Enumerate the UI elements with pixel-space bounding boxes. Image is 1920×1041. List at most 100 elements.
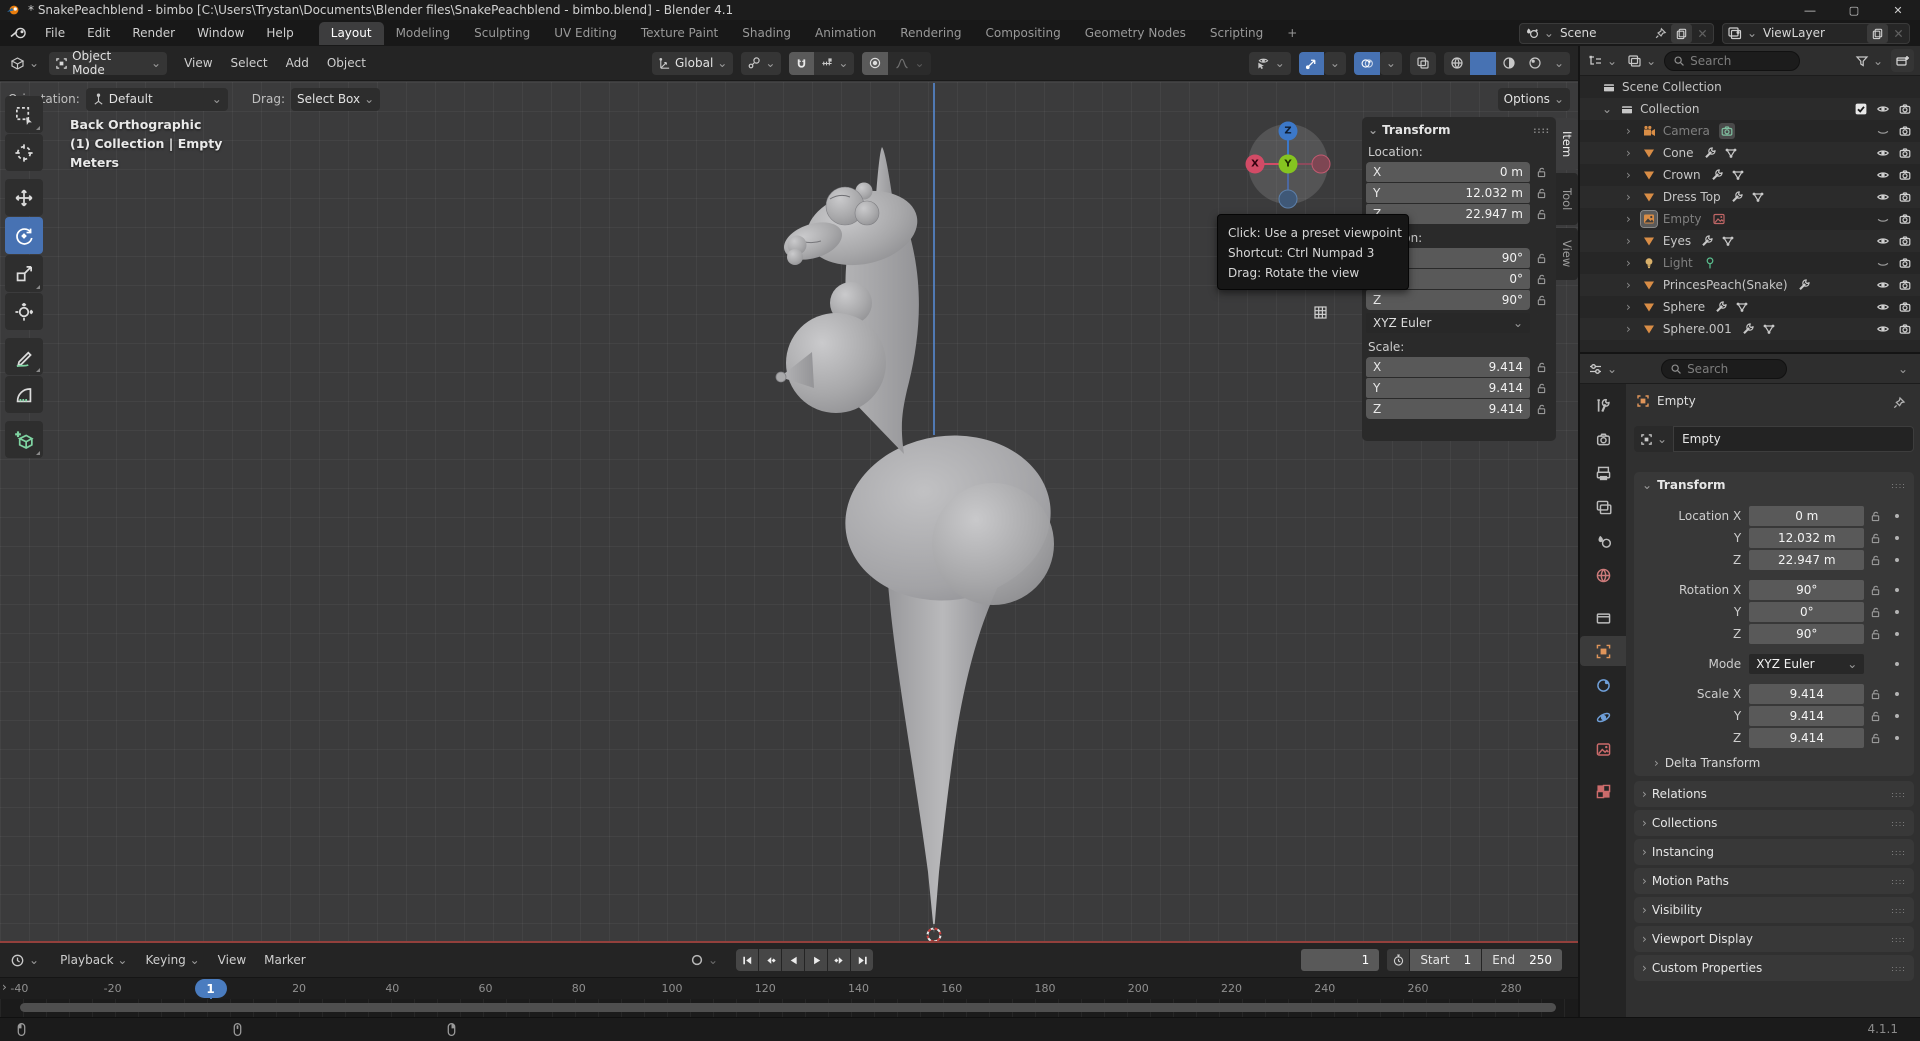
lock-toggle[interactable] (1864, 580, 1886, 600)
current-frame-field[interactable]: 1 (1301, 949, 1379, 971)
shading-material-button[interactable] (1496, 52, 1522, 75)
workspace-tab-animation[interactable]: Animation (803, 22, 888, 45)
outliner-row[interactable]: ›Sphere (1580, 296, 1920, 318)
breadcrumb-object[interactable]: Empty (1657, 394, 1696, 408)
animate-dot[interactable] (1886, 706, 1908, 726)
property-field[interactable]: 22.947 m (1749, 550, 1864, 570)
workspace-tab-shading[interactable]: Shading (730, 22, 803, 45)
tool-transform[interactable] (5, 293, 43, 330)
tool-move[interactable] (5, 179, 43, 216)
pivot-point-dropdown[interactable]: ⌄ (741, 52, 781, 75)
chevron-right-icon[interactable]: › (1626, 256, 1631, 270)
overlays-dropdown[interactable]: ⌄ (1380, 52, 1402, 75)
transport-play-button[interactable] (805, 949, 827, 971)
editor-type-button[interactable]: ⌄ (4, 52, 45, 75)
gizmo-x-ball[interactable]: X (1246, 155, 1265, 174)
outliner-row[interactable]: ›Eyes (1580, 230, 1920, 252)
drag-handle-icon[interactable]: :::: (1891, 964, 1906, 973)
viewlayer-name[interactable]: ViewLayer (1757, 26, 1867, 40)
viewport-menu-add[interactable]: Add (277, 52, 318, 74)
lock-toggle[interactable] (1530, 357, 1552, 377)
lock-toggle[interactable] (1530, 290, 1552, 310)
timeline-ruler[interactable]: › -40-2020406080100120140160180200220240… (0, 977, 1578, 999)
drag-handle-icon[interactable]: :::: (1891, 848, 1906, 857)
outliner-row[interactable]: ›Light (1580, 252, 1920, 274)
workspace-tab-uv-editing[interactable]: UV Editing (542, 22, 629, 45)
mode-dropdown[interactable]: Object Mode ⌄ (49, 52, 167, 75)
chevron-right-icon[interactable]: › (1626, 190, 1631, 204)
timeline-scrollbar[interactable] (20, 1003, 1556, 1012)
properties-tab-constraints[interactable] (1580, 670, 1626, 700)
drag-handle-icon[interactable]: :::: (1891, 481, 1906, 490)
properties-search[interactable]: Search (1661, 359, 1787, 379)
workspace-tab-+[interactable]: + (1275, 22, 1309, 45)
animate-dot[interactable] (1886, 528, 1908, 548)
field-x[interactable]: X0 m (1366, 162, 1530, 182)
drag-handle-icon[interactable]: :::: (1891, 877, 1906, 886)
panel-collections[interactable]: ›Collections:::: (1634, 810, 1914, 836)
tool-add-cube[interactable] (5, 421, 43, 458)
workspace-tab-geometry-nodes[interactable]: Geometry Nodes (1073, 22, 1198, 45)
properties-tab-collection[interactable] (1580, 602, 1626, 632)
property-field[interactable]: 90° (1749, 624, 1864, 644)
remove-viewlayer-icon[interactable] (1888, 28, 1909, 39)
timeline-menu-view[interactable]: View (209, 949, 255, 971)
chevron-right-icon[interactable]: › (1626, 234, 1631, 248)
perspective-ortho-toggle[interactable] (1307, 299, 1333, 325)
tool-cursor[interactable] (5, 134, 43, 171)
panel-viewport-display[interactable]: ›Viewport Display:::: (1634, 926, 1914, 952)
panel-header[interactable]: ›Viewport Display:::: (1634, 926, 1914, 952)
viewport-menu-view[interactable]: View (175, 52, 221, 74)
lock-toggle[interactable] (1864, 684, 1886, 704)
properties-options-dropdown[interactable]: ⌄ (1892, 357, 1914, 380)
property-field[interactable]: 9.414 (1749, 684, 1864, 704)
gizmos-dropdown[interactable]: ⌄ (1324, 52, 1346, 75)
workspace-tab-scripting[interactable]: Scripting (1198, 22, 1275, 45)
rotation-mode-dropdown[interactable]: XYZ Euler ⌄ (1366, 313, 1530, 333)
outliner-row[interactable]: ›PrincesPeach(Snake) (1580, 274, 1920, 296)
snap-toggle[interactable] (789, 52, 814, 75)
menu-edit[interactable]: Edit (76, 22, 121, 44)
panel-relations[interactable]: ›Relations:::: (1634, 781, 1914, 807)
chevron-down-icon[interactable]: ⌄ (1602, 102, 1612, 116)
transport-next-keyframe-button[interactable] (828, 949, 850, 971)
lock-toggle[interactable] (1864, 528, 1886, 548)
blender-menu-icon[interactable] (10, 26, 28, 40)
drag-handle-icon[interactable]: :::: (1891, 935, 1906, 944)
lock-toggle[interactable] (1530, 378, 1552, 398)
shading-dropdown[interactable]: ⌄ (1548, 52, 1570, 75)
current-frame-indicator[interactable]: 1 (195, 979, 227, 998)
shading-rendered-button[interactable] (1522, 52, 1548, 75)
properties-tab-object-data[interactable] (1580, 734, 1626, 764)
field-z[interactable]: Z90° (1366, 290, 1530, 310)
menu-help[interactable]: Help (255, 22, 304, 44)
start-frame-field[interactable]: Start 1 (1410, 949, 1481, 971)
lock-toggle[interactable] (1864, 602, 1886, 622)
mode-dropdown[interactable]: XYZ Euler⌄ (1749, 654, 1864, 674)
lock-toggle[interactable] (1864, 654, 1886, 674)
outliner-display-mode-dropdown[interactable]: ⌄ (1586, 49, 1619, 72)
object-id-dropdown[interactable]: ⌄ (1634, 426, 1673, 452)
properties-tab-physics[interactable] (1580, 702, 1626, 732)
panel-header[interactable]: ›Collections:::: (1634, 810, 1914, 836)
properties-tab-render[interactable] (1580, 424, 1626, 454)
tool-measure[interactable] (5, 376, 43, 413)
drag-dropdown[interactable]: Select Box ⌄ (291, 88, 380, 111)
animate-dot[interactable] (1886, 506, 1908, 526)
xray-toggle[interactable] (1410, 52, 1436, 75)
panel-header[interactable]: ›Instancing:::: (1634, 839, 1914, 865)
property-field[interactable]: 12.032 m (1749, 528, 1864, 548)
tool-box-select[interactable] (5, 96, 43, 133)
unlink-scene-icon[interactable] (1692, 28, 1713, 39)
pin-icon[interactable] (1892, 396, 1906, 410)
drag-handle-icon[interactable]: :::: (1891, 819, 1906, 828)
use-preview-range-toggle[interactable] (1387, 949, 1409, 971)
viewlayer-selector[interactable]: ⌄ ViewLayer (1722, 23, 1910, 44)
animate-dot[interactable] (1886, 684, 1908, 704)
animate-dot[interactable] (1886, 654, 1908, 674)
workspace-tab-sculpting[interactable]: Sculpting (462, 22, 542, 45)
auto-keying-toggle[interactable]: ⌄ (684, 949, 724, 972)
animate-dot[interactable] (1886, 728, 1908, 748)
field-x[interactable]: X9.414 (1366, 357, 1530, 377)
sidebar-tab-item[interactable]: Item (1556, 118, 1578, 170)
